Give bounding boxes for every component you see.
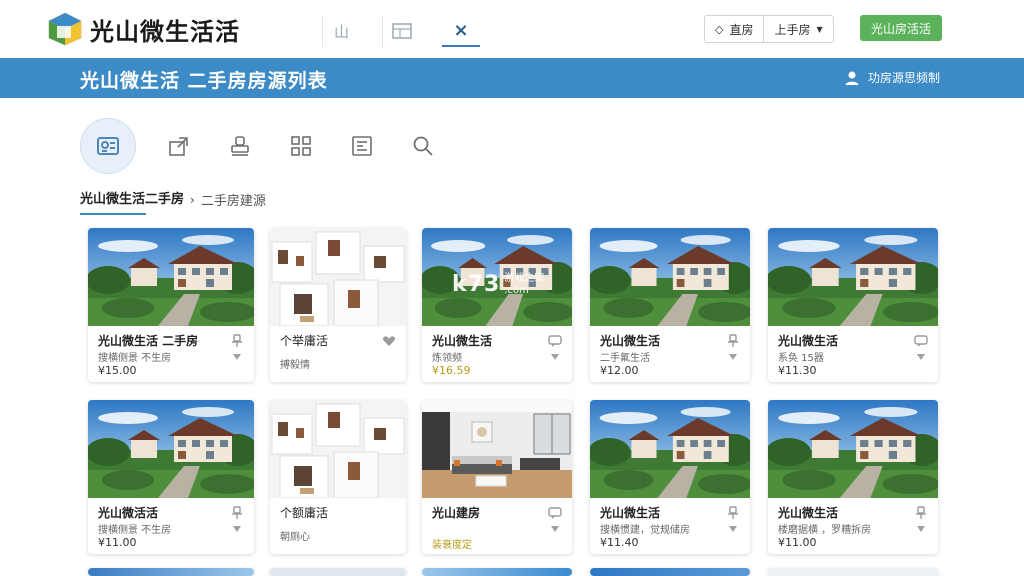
listing-card[interactable]: 光山微生活 楼磨据横 ，罗糟拆房 ¥11.00 <box>768 400 938 554</box>
listing-title: 光山微生活 <box>778 506 839 520</box>
chat-icon[interactable] <box>914 334 928 348</box>
listing-photo <box>590 400 750 498</box>
listing-subtitle: 楼磨据横 ，罗糟拆房 <box>778 525 872 536</box>
listing-subtitle: 搜横侧景 不生房 <box>98 525 172 536</box>
listing-subtitle: 系奂 15器 <box>778 353 824 364</box>
collapse-icon[interactable] <box>916 524 926 534</box>
listing-photo <box>270 400 406 498</box>
listing-title: 个举庸活 <box>280 334 329 348</box>
listing-card[interactable]: 个额庸活 朝厕心 <box>270 400 406 554</box>
listing-subtitle: 搏毅情 <box>280 360 310 371</box>
collapse-icon[interactable] <box>916 352 926 362</box>
listing-photo <box>270 228 406 326</box>
chat-icon[interactable] <box>548 334 562 348</box>
listing-title: 光山微生活 <box>600 506 661 520</box>
pin-icon[interactable] <box>230 506 244 520</box>
collapse-icon[interactable] <box>232 352 242 362</box>
listing-title: 个额庸活 <box>280 506 329 520</box>
listing-subtitle: 搜横惯建，觉规储房 <box>600 525 690 536</box>
pin-icon[interactable] <box>726 506 740 520</box>
listing-title: 光山建房 <box>432 506 481 520</box>
listing-title: 光山微生活 <box>600 334 661 348</box>
listing-subtitle: 搜横侧景 不生房 <box>98 353 172 364</box>
collapse-icon[interactable] <box>550 352 560 362</box>
listing-photo <box>422 400 572 498</box>
listing-title: 光山微生活 <box>432 334 493 348</box>
listing-card[interactable] <box>768 568 938 576</box>
listing-price: ¥15.00 <box>98 364 137 377</box>
listing-photo <box>768 400 938 498</box>
listing-photo <box>768 228 938 326</box>
listing-photo <box>88 228 254 326</box>
pin-icon[interactable] <box>914 506 928 520</box>
listing-card[interactable]: 个举庸活 搏毅情 <box>270 228 406 382</box>
listing-photo <box>422 228 572 326</box>
listing-card[interactable]: 光山微活活 搜横侧景 不生房 ¥11.00 <box>88 400 254 554</box>
listing-card[interactable]: 光山建房 装衰度定 <box>422 400 572 554</box>
listing-card[interactable]: 光山微生活 二手房 搜横侧景 不生房 ¥15.00 <box>88 228 254 382</box>
listing-photo <box>590 228 750 326</box>
listing-title: 光山微生活 <box>778 334 839 348</box>
listing-card[interactable] <box>270 568 406 576</box>
listing-price: ¥11.00 <box>778 536 817 549</box>
collapse-icon[interactable] <box>232 524 242 534</box>
listing-card[interactable]: 光山微生活 二手氟生活 ¥12.00 <box>590 228 750 382</box>
listing-title: 光山微生活 二手房 <box>98 334 199 348</box>
pin-icon[interactable] <box>726 334 740 348</box>
listing-card[interactable] <box>88 568 254 576</box>
listing-card[interactable] <box>422 568 572 576</box>
heart-icon[interactable] <box>382 334 396 348</box>
listing-subtitle: 朝厕心 <box>280 532 310 543</box>
listing-price: ¥11.00 <box>98 536 137 549</box>
chat-icon[interactable] <box>548 506 562 520</box>
listing-card[interactable]: 光山微生活 系奂 15器 ¥11.30 <box>768 228 938 382</box>
listing-price: ¥16.59 <box>432 364 471 377</box>
listing-price: 装衰度定 <box>432 540 472 551</box>
listing-subtitle: 二手氟生活 <box>600 353 650 364</box>
listing-card[interactable] <box>590 568 750 576</box>
collapse-icon[interactable] <box>550 524 560 534</box>
listing-title: 光山微活活 <box>98 506 159 520</box>
listing-card[interactable]: 光山微生活 炼领频 ¥16.59 <box>422 228 572 382</box>
listing-photo <box>88 400 254 498</box>
listing-price: ¥11.40 <box>600 536 639 549</box>
collapse-icon[interactable] <box>728 352 738 362</box>
listing-grid: 光山微生活 二手房 搜横侧景 不生房 ¥15.00 个举庸活 搏毅情 光山微生活… <box>0 0 1024 576</box>
listing-price: ¥11.30 <box>778 364 817 377</box>
listing-subtitle: 炼领频 <box>432 353 462 364</box>
listing-card[interactable]: 光山微生活 搜横惯建，觉规储房 ¥11.40 <box>590 400 750 554</box>
listing-price: ¥12.00 <box>600 364 639 377</box>
pin-icon[interactable] <box>230 334 244 348</box>
collapse-icon[interactable] <box>728 524 738 534</box>
